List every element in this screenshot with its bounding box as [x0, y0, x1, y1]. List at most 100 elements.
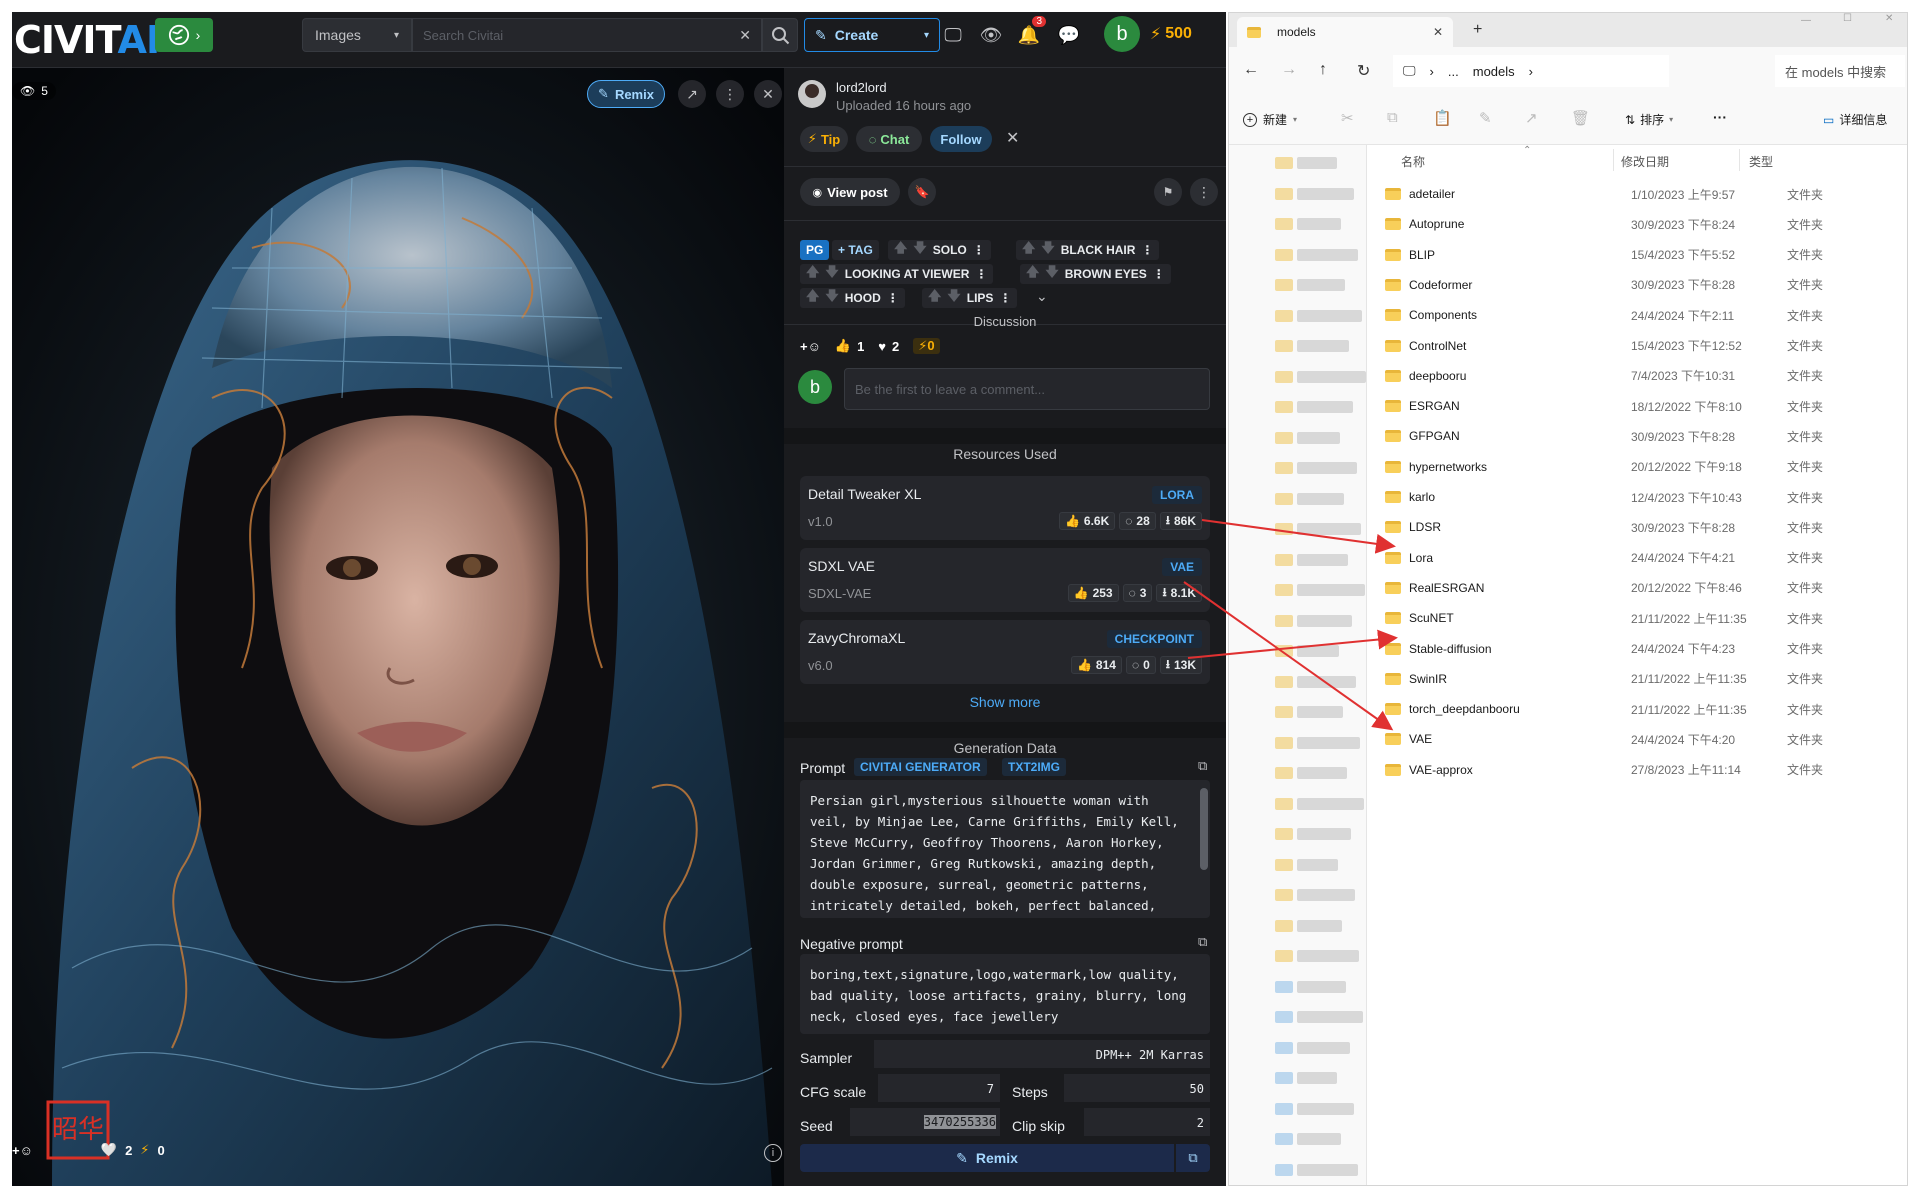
refresh-icon[interactable]: ↻ — [1357, 61, 1370, 81]
nav-item-redacted[interactable] — [1275, 431, 1340, 444]
nav-item-redacted[interactable] — [1275, 187, 1354, 200]
folder-row[interactable]: GFPGAN 30/9/2023 下午8:28 文件夹 — [1367, 421, 1907, 451]
civitai-logo[interactable]: CIVITAI — [14, 20, 160, 60]
folder-row[interactable]: LDSR 30/9/2023 下午8:28 文件夹 — [1367, 512, 1907, 542]
copy-generation-icon[interactable]: ⧉ — [1176, 1144, 1210, 1172]
buzz-balance[interactable]: ⚡ 500 — [1150, 24, 1192, 44]
tag-menu-icon[interactable]: ⋮ — [887, 291, 899, 305]
nav-item-redacted[interactable] — [1275, 1163, 1358, 1176]
new-button[interactable]: + 新建 ▾ — [1243, 111, 1297, 128]
tag-black-hair[interactable]: 🡅 🡇 BLACK HAIR ⋮ — [1016, 239, 1160, 261]
monitor-icon[interactable]: 🖵 — [940, 22, 966, 48]
nav-item-redacted[interactable] — [1275, 218, 1341, 230]
tag-menu-icon[interactable]: ⋮ — [1141, 243, 1153, 257]
folder-row[interactable]: torch_deepdanbooru 21/11/2022 上午11:35 文件夹 — [1367, 694, 1907, 724]
bolt-icon[interactable]: ⚡ — [140, 1142, 149, 1158]
flag-icon[interactable]: ⚑ — [1154, 178, 1182, 206]
folder-row[interactable]: deepbooru 7/4/2023 下午10:31 文件夹 — [1367, 361, 1907, 391]
nav-item-redacted[interactable] — [1275, 1041, 1350, 1054]
resource-card[interactable]: Detail Tweaker XL LORA v1.0 👍 6.6K ◌ 28 ⭳ 8… — [800, 476, 1210, 540]
folder-row[interactable]: RealESRGAN 20/12/2022 下午8:46 文件夹 — [1367, 573, 1907, 603]
buzz-reaction[interactable]: ⚡0 — [913, 338, 940, 354]
delete-icon[interactable]: 🗑 — [1571, 109, 1590, 127]
bookmark-icon[interactable]: 🔖 — [908, 178, 936, 206]
bell-icon[interactable]: 🔔 3 — [1016, 16, 1046, 48]
rating-badge[interactable]: PG — [800, 240, 830, 260]
paste-icon[interactable]: 📋 — [1433, 109, 1452, 127]
column-type[interactable]: 类型 — [1749, 153, 1773, 170]
nav-item-redacted[interactable] — [1275, 279, 1345, 291]
vote-up-icon[interactable]: 🡅 — [1022, 239, 1035, 261]
eye-icon[interactable]: 👁 — [978, 22, 1004, 48]
folder-row[interactable]: SwinIR 21/11/2022 上午11:35 文件夹 — [1367, 664, 1907, 694]
vote-down-icon[interactable]: 🡇 — [825, 287, 838, 309]
search-button[interactable] — [762, 18, 798, 52]
more-options-icon[interactable]: ··· — [1713, 109, 1727, 125]
tag-brown-eyes[interactable]: 🡅 🡇 BROWN EYES ⋮ — [1020, 264, 1171, 284]
nav-item-redacted[interactable] — [1275, 675, 1356, 688]
chat-button[interactable]: ◌ Chat — [856, 126, 922, 152]
folder-row[interactable]: VAE-approx 27/8/2023 上午11:14 文件夹 — [1367, 755, 1907, 785]
vote-down-icon[interactable]: 🡇 — [1045, 263, 1058, 285]
more-options-icon[interactable]: ⋮ — [716, 80, 744, 108]
like-icon[interactable]: 🤍 — [101, 1142, 117, 1158]
add-reaction-icon[interactable]: +☺ — [12, 1143, 33, 1158]
share-icon[interactable]: ↗ — [1525, 109, 1538, 127]
folder-row[interactable]: Lora 24/4/2024 下午4:21 文件夹 — [1367, 543, 1907, 573]
nav-item-redacted[interactable] — [1275, 706, 1343, 718]
copy-icon[interactable]: ⧉ — [1387, 109, 1398, 126]
tag-hood[interactable]: 🡅 🡇 HOOD ⋮ — [800, 288, 905, 308]
show-more-link[interactable]: Show more — [784, 694, 1226, 710]
nav-item-redacted[interactable] — [1275, 980, 1346, 993]
tag-looking-at-viewer[interactable]: 🡅 🡇 LOOKING AT VIEWER ⋮ — [800, 263, 994, 285]
up-icon[interactable]: ↑ — [1319, 61, 1327, 79]
add-tag-button[interactable]: + TAG — [832, 240, 879, 260]
folder-row[interactable]: Codeformer 30/9/2023 下午8:28 文件夹 — [1367, 270, 1907, 300]
folder-row[interactable]: karlo 12/4/2023 下午10:43 文件夹 — [1367, 482, 1907, 512]
nav-item-redacted[interactable] — [1275, 828, 1351, 840]
prompt-scrollbar[interactable] — [1200, 788, 1208, 870]
vote-up-icon[interactable]: 🡅 — [894, 239, 907, 261]
folder-row[interactable]: adetailer 1/10/2023 上午9:57 文件夹 — [1367, 179, 1907, 209]
chat-icon[interactable]: 💬 — [1056, 22, 1082, 48]
close-icon[interactable]: ✕ — [754, 80, 782, 108]
nav-item-redacted[interactable] — [1275, 1133, 1341, 1145]
expand-tags-icon[interactable]: ⌄ — [1036, 288, 1048, 305]
heart-icon[interactable]: ♥ — [878, 339, 886, 354]
nav-item-redacted[interactable] — [1275, 309, 1362, 322]
search-category-select[interactable]: Images ▾ — [302, 18, 412, 52]
rename-icon[interactable]: ✎ — [1479, 109, 1492, 127]
thumbs-up-icon[interactable]: 👍 — [835, 338, 851, 354]
follow-button[interactable]: Follow — [930, 126, 992, 152]
view-post-button[interactable]: ◉ View post — [800, 178, 900, 206]
tag-menu-icon[interactable]: ⋮ — [975, 267, 987, 281]
tag-menu-icon[interactable]: ⋮ — [973, 243, 985, 257]
nav-item-redacted[interactable] — [1275, 248, 1358, 261]
nav-item-redacted[interactable] — [1275, 950, 1359, 962]
vote-up-icon[interactable]: 🡅 — [806, 263, 819, 285]
maximize-icon[interactable]: ☐ — [1843, 13, 1852, 24]
nav-item-redacted[interactable] — [1275, 889, 1355, 901]
vote-up-icon[interactable]: 🡅 — [928, 287, 941, 309]
folder-row[interactable]: Autoprune 30/9/2023 下午8:24 文件夹 — [1367, 209, 1907, 239]
nav-item-redacted[interactable] — [1275, 157, 1337, 169]
globe-menu-button[interactable]: › — [155, 18, 213, 52]
cut-icon[interactable]: ✂ — [1341, 109, 1354, 127]
nav-item-redacted[interactable] — [1275, 1102, 1354, 1115]
vote-down-icon[interactable]: 🡇 — [1041, 239, 1054, 261]
copy-prompt-icon[interactable]: ⧉ — [1198, 758, 1207, 774]
vote-down-icon[interactable]: 🡇 — [947, 287, 960, 309]
tag-lips[interactable]: 🡅 🡇 LIPS ⋮ — [922, 287, 1018, 309]
column-date[interactable]: 修改日期 — [1621, 153, 1669, 170]
tag-menu-icon[interactable]: ⋮ — [1153, 267, 1165, 281]
folder-row[interactable]: VAE 24/4/2024 下午4:20 文件夹 — [1367, 724, 1907, 754]
folder-row[interactable]: BLIP 15/4/2023 下午5:52 文件夹 — [1367, 240, 1907, 270]
folder-row[interactable]: hypernetworks 20/12/2022 下午9:18 文件夹 — [1367, 452, 1907, 482]
nav-item-redacted[interactable] — [1275, 767, 1347, 779]
add-reaction-icon[interactable]: +☺ — [800, 339, 821, 354]
vote-down-icon[interactable]: 🡇 — [825, 263, 838, 285]
window-close-icon[interactable]: ✕ — [1885, 13, 1893, 24]
nav-item-redacted[interactable] — [1275, 858, 1338, 871]
comment-input[interactable]: Be the first to leave a comment... — [844, 368, 1210, 410]
folder-row[interactable]: Stable-diffusion 24/4/2024 下午4:23 文件夹 — [1367, 634, 1907, 664]
